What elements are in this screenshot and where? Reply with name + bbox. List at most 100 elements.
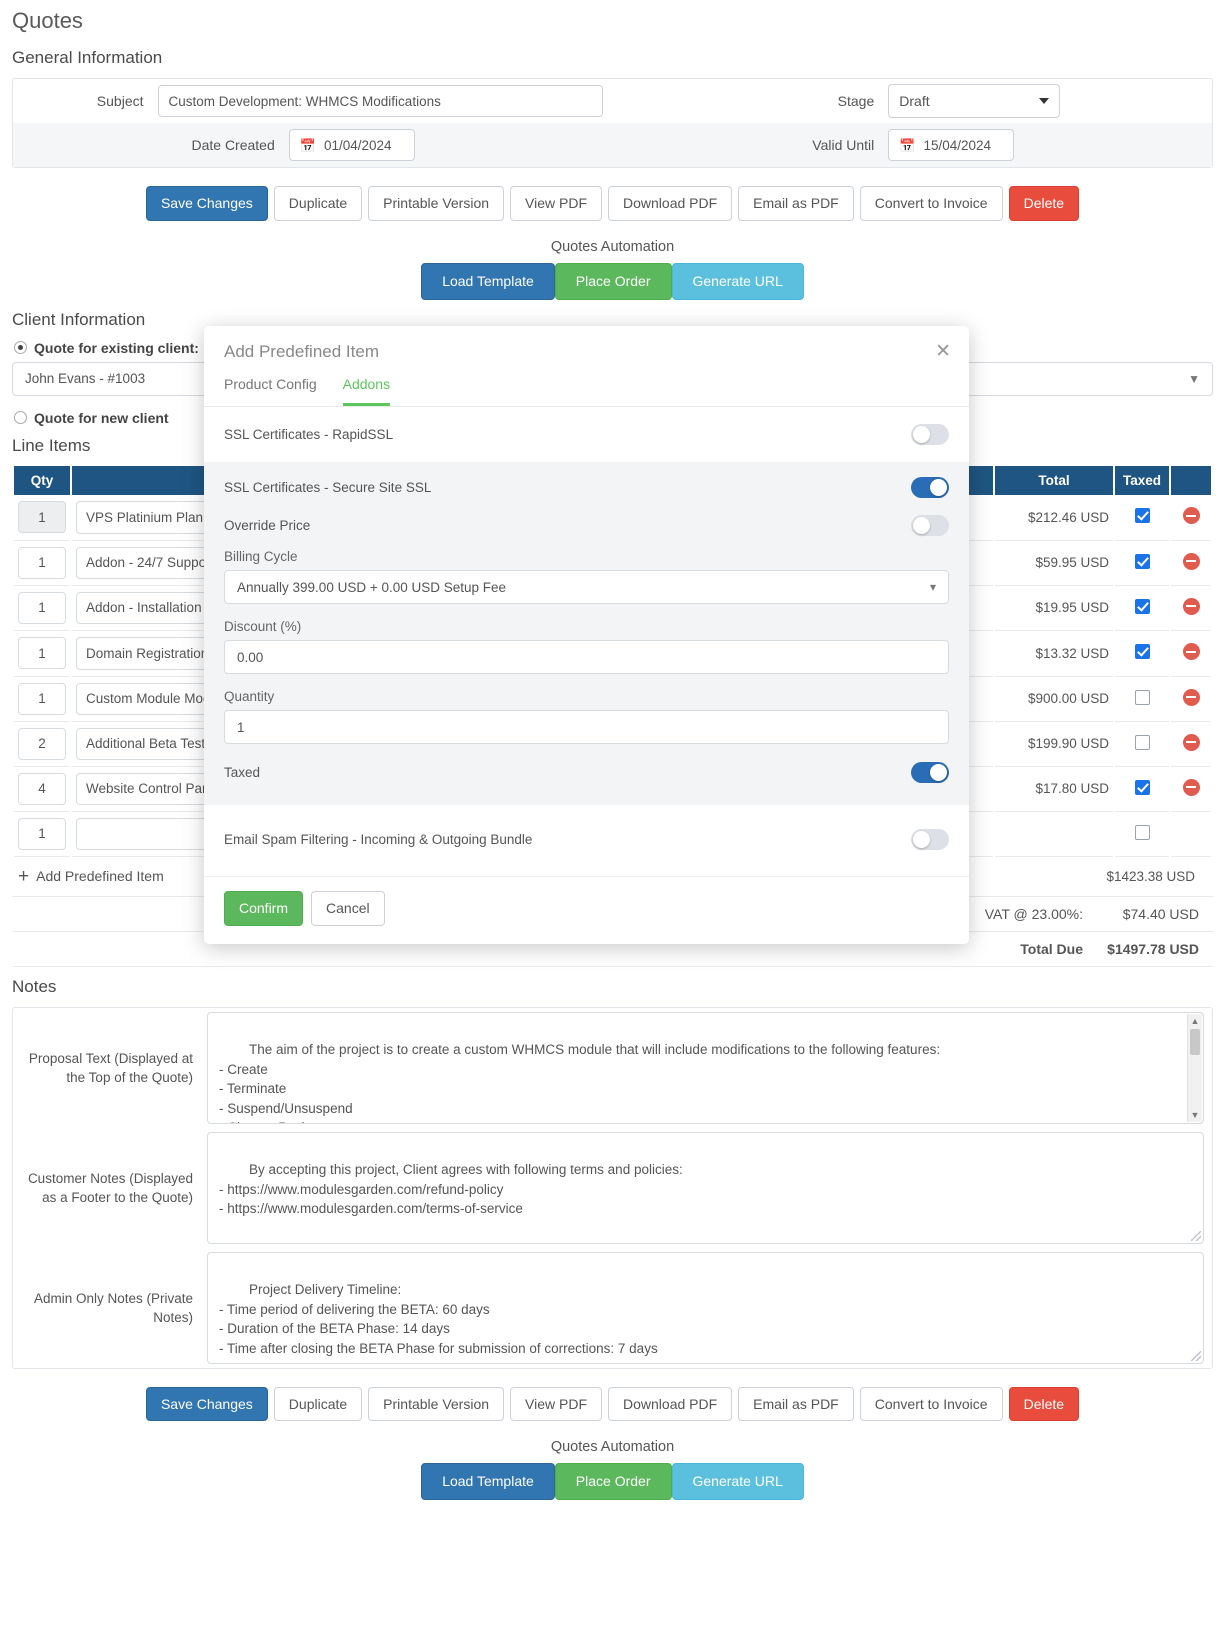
taxed-checkbox[interactable] [1134, 553, 1150, 569]
scroll-up-icon[interactable]: ▲ [1188, 1014, 1202, 1028]
remove-row-icon[interactable] [1182, 643, 1200, 661]
place-order-button[interactable]: Place Order [554, 262, 672, 300]
notes-heading: Notes [12, 976, 57, 996]
override-price-row[interactable]: Override Price [204, 513, 969, 546]
radio-new-client-icon [14, 411, 27, 425]
printable-version-button-bottom[interactable]: Printable Version [368, 1386, 505, 1422]
date-created-input[interactable]: 📅 01/04/2024 [288, 129, 415, 161]
subject-input[interactable]: Custom Development: WHMCS Modifications [157, 85, 603, 117]
proposal-text-label: Proposal Text (Displayed at the Top of t… [28, 1050, 193, 1085]
qty-input[interactable]: 1 [18, 637, 66, 670]
taxed-checkbox[interactable] [1134, 734, 1150, 750]
duplicate-button[interactable]: Duplicate [273, 186, 363, 221]
duplicate-button-bottom[interactable]: Duplicate [273, 1386, 363, 1422]
qty-input[interactable]: 1 [18, 591, 66, 624]
addon-row-rapidssl[interactable]: SSL Certificates - RapidSSL [204, 407, 969, 462]
qty-input[interactable]: 1 [18, 546, 66, 579]
remove-row-icon[interactable] [1182, 507, 1200, 525]
subtotal-value: $1423.38 USD [1106, 868, 1195, 884]
taxed-checkbox[interactable] [1134, 508, 1150, 524]
confirm-button[interactable]: Confirm [224, 891, 304, 926]
addon-label: SSL Certificates - Secure Site SSL [224, 480, 432, 495]
chevron-down-icon: ▾ [929, 580, 936, 594]
taxed-checkbox[interactable] [1134, 689, 1150, 705]
customer-notes-row: Customer Notes (Displayed as a Footer to… [13, 1128, 1212, 1248]
qty-input[interactable]: 1 [18, 682, 66, 715]
qty-input[interactable]: 4 [18, 772, 66, 805]
resize-handle[interactable] [1191, 1350, 1201, 1361]
taxed-row[interactable]: Taxed [204, 756, 969, 805]
cell-taxed [1115, 495, 1169, 541]
admin-notes-row: Admin Only Notes (Private Notes) Project… [13, 1248, 1212, 1368]
taxed-checkbox[interactable] [1134, 779, 1150, 795]
billing-cycle-select[interactable]: Annually 399.00 USD + 0.00 USD Setup Fee… [224, 570, 949, 604]
resize-handle[interactable] [1191, 1230, 1201, 1241]
addon-row-secure-site-ssl[interactable]: SSL Certificates - Secure Site SSL [204, 462, 969, 513]
delete-button-bottom[interactable]: Delete [1008, 1386, 1080, 1422]
printable-version-button[interactable]: Printable Version [368, 186, 505, 221]
quantity-input[interactable]: 1 [224, 710, 949, 744]
admin-notes-textarea[interactable]: Project Delivery Timeline: - Time period… [207, 1251, 1204, 1364]
delete-button[interactable]: Delete [1008, 186, 1080, 221]
scroll-down-icon[interactable]: ▼ [1188, 1108, 1202, 1122]
remove-row-icon[interactable] [1182, 688, 1200, 706]
textarea-scrollbar[interactable]: ▲ ▼ [1187, 1013, 1202, 1122]
proposal-text-textarea[interactable]: The aim of the project is to create a cu… [207, 1011, 1204, 1124]
customer-notes-value: By accepting this project, Client agrees… [219, 1162, 683, 1217]
taxed-checkbox[interactable] [1134, 824, 1150, 840]
download-pdf-button[interactable]: Download PDF [608, 186, 733, 221]
quotes-automation-heading-bottom: Quotes Automation [550, 1439, 675, 1456]
convert-to-invoice-button[interactable]: Convert to Invoice [859, 186, 1003, 221]
valid-until-input[interactable]: 📅 15/04/2024 [888, 129, 1015, 161]
addon-toggle-secure-site-ssl[interactable] [911, 477, 949, 498]
scrollbar-thumb[interactable] [1190, 1028, 1200, 1055]
override-price-toggle[interactable] [911, 515, 949, 536]
download-pdf-button-bottom[interactable]: Download PDF [608, 1386, 733, 1422]
view-pdf-button[interactable]: View PDF [510, 186, 602, 221]
addon-label: Email Spam Filtering - Incoming & Outgoi… [224, 832, 533, 847]
remove-row-icon[interactable] [1182, 733, 1200, 751]
save-changes-button[interactable]: Save Changes [145, 186, 268, 221]
addon-toggle-rapidssl[interactable] [911, 424, 949, 445]
tab-addons[interactable]: Addons [342, 376, 391, 406]
remove-row-icon[interactable] [1182, 778, 1200, 796]
save-changes-button-bottom[interactable]: Save Changes [145, 1386, 268, 1422]
discount-input[interactable]: 0.00 [224, 640, 949, 674]
convert-to-invoice-button-bottom[interactable]: Convert to Invoice [859, 1386, 1003, 1422]
generate-url-button-bottom[interactable]: Generate URL [671, 1463, 804, 1501]
calendar-icon: 📅 [299, 137, 316, 153]
load-template-button-bottom[interactable]: Load Template [421, 1463, 555, 1501]
taxed-checkbox[interactable] [1134, 644, 1150, 660]
taxed-checkbox[interactable] [1134, 598, 1150, 614]
addon-row-email-spam-filtering[interactable]: Email Spam Filtering - Incoming & Outgoi… [204, 805, 969, 876]
qty-input[interactable]: 1 [18, 501, 66, 534]
action-button-row-bottom: Save Changes Duplicate Printable Version… [12, 1386, 1213, 1422]
place-order-button-bottom[interactable]: Place Order [554, 1463, 672, 1501]
generate-url-button[interactable]: Generate URL [671, 262, 804, 300]
stage-select[interactable]: Draft [888, 84, 1061, 118]
email-as-pdf-button[interactable]: Email as PDF [738, 186, 854, 221]
billing-cycle-value: Annually 399.00 USD + 0.00 USD Setup Fee [237, 579, 507, 595]
remove-row-icon[interactable] [1182, 597, 1200, 615]
proposal-text-value: The aim of the project is to create a cu… [219, 1042, 941, 1123]
load-template-button[interactable]: Load Template [421, 262, 555, 300]
customer-notes-textarea[interactable]: By accepting this project, Client agrees… [207, 1131, 1204, 1244]
modal-footer: Confirm Cancel [204, 876, 969, 944]
qty-input[interactable]: 2 [18, 727, 66, 760]
general-information-heading: General Information [12, 48, 163, 67]
taxed-toggle[interactable] [911, 762, 949, 783]
add-predefined-item-modal: Add Predefined Item ✕ Product Config Addo… [204, 326, 969, 944]
add-predefined-item-link[interactable]: + Add Predefined Item [18, 867, 164, 886]
email-as-pdf-button-bottom[interactable]: Email as PDF [738, 1386, 854, 1422]
remove-row-icon[interactable] [1182, 552, 1200, 570]
toggle-knob [913, 517, 930, 534]
tab-product-config[interactable]: Product Config [224, 376, 317, 406]
col-total: Total [995, 465, 1113, 495]
date-created-label: Date Created [191, 137, 275, 153]
cell-total: $19.95 USD [995, 586, 1113, 631]
close-icon[interactable]: ✕ [935, 342, 951, 361]
qty-input[interactable]: 1 [18, 817, 66, 850]
cancel-button[interactable]: Cancel [311, 891, 385, 926]
view-pdf-button-bottom[interactable]: View PDF [510, 1386, 602, 1422]
addon-toggle-email-spam-filtering[interactable] [911, 829, 949, 850]
